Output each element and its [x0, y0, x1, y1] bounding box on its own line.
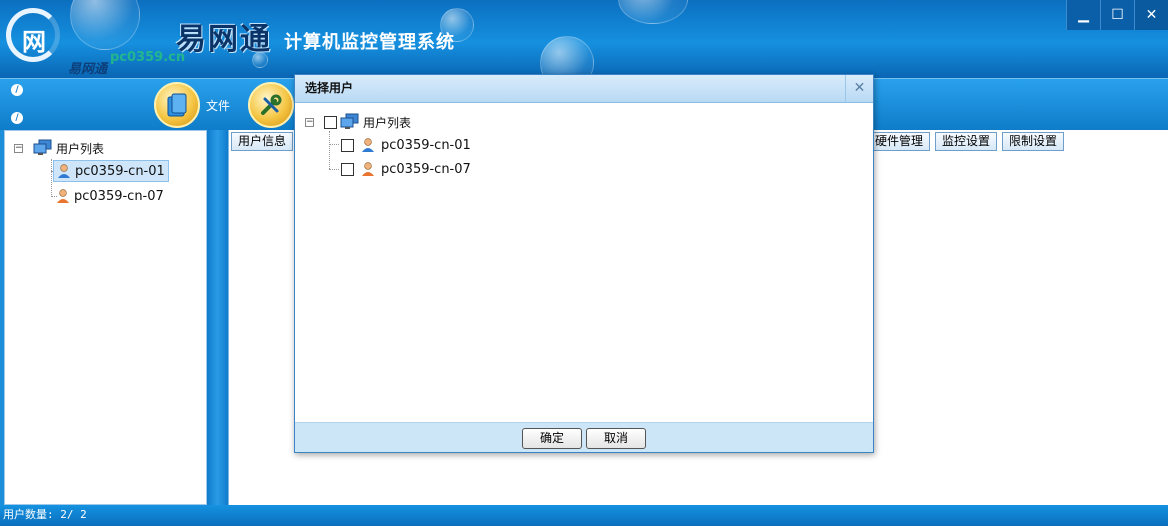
- tools-icon: [261, 94, 282, 115]
- title-bar: 网 易网通 pc0359.cn 易网通 计算机监控管理系统 ▁ ☐ ✕: [0, 0, 1168, 78]
- tree-item-pc0359-cn-07[interactable]: pc0359-cn-07: [55, 185, 164, 207]
- select-user-dialog: 选择用户 ✕ − 用户列表 pc0359-cn-01 pc0359-cn-07 …: [294, 74, 874, 453]
- status-bar: 用户数量: 2/ 2: [0, 505, 1168, 526]
- ok-button[interactable]: 确定: [522, 428, 582, 449]
- computer-group-icon: [33, 139, 53, 157]
- panel-splitter[interactable]: [207, 130, 228, 505]
- decor-bubble: [618, 0, 688, 24]
- file-icon: [167, 93, 187, 117]
- toolbar-pin-icon[interactable]: ∕: [11, 84, 23, 96]
- app-logo: 网: [6, 8, 68, 70]
- dialog-footer: 确定 取消: [295, 422, 873, 452]
- tree-item-label: pc0359-cn-01: [75, 163, 165, 179]
- tree-item-label: pc0359-cn-07: [74, 188, 164, 204]
- tab-user-info[interactable]: 用户信息: [231, 132, 294, 151]
- maximize-button[interactable]: ☐: [1100, 0, 1134, 30]
- dialog-item-label: pc0359-cn-07: [381, 161, 471, 177]
- user-icon: [360, 137, 376, 153]
- tree-item-pc0359-cn-01[interactable]: pc0359-cn-01: [53, 160, 169, 182]
- app-title: 计算机监控管理系统: [284, 32, 455, 53]
- logo-subtitle: 易网通: [68, 62, 108, 77]
- logo-mark: 网: [22, 27, 46, 56]
- tab-hardware-management[interactable]: 硬件管理: [868, 132, 931, 151]
- pin-glyph: ∕: [15, 85, 19, 95]
- checkbox-pc0359-cn-07[interactable]: [341, 162, 354, 176]
- close-window-button[interactable]: ✕: [1134, 0, 1168, 30]
- tree-guide: [329, 131, 330, 169]
- dialog-item-pc0359-cn-07[interactable]: pc0359-cn-07: [337, 158, 471, 180]
- dialog-close-button[interactable]: ✕: [845, 75, 873, 102]
- pin-glyph: ∕: [15, 113, 19, 123]
- tree-guide: [51, 159, 52, 197]
- user-icon: [56, 163, 72, 179]
- dialog-item-label: pc0359-cn-01: [381, 137, 471, 153]
- dialog-item-pc0359-cn-01[interactable]: pc0359-cn-01: [337, 134, 471, 156]
- logo-watermark: pc0359.cn: [110, 50, 186, 65]
- collapse-icon[interactable]: −: [305, 117, 314, 127]
- minimize-button[interactable]: ▁: [1066, 0, 1100, 30]
- file-label[interactable]: 文件: [206, 97, 230, 114]
- user-icon: [55, 188, 71, 204]
- close-icon: ✕: [853, 80, 866, 96]
- tree-root[interactable]: − 用户列表: [14, 137, 104, 159]
- cancel-button[interactable]: 取消: [586, 428, 646, 449]
- minimize-icon: ▁: [1078, 7, 1089, 23]
- checkbox-all-users[interactable]: [324, 115, 337, 129]
- close-icon: ✕: [1145, 7, 1158, 23]
- user-count-text: 用户数量: 2/ 2: [3, 508, 87, 521]
- user-tree-panel: − 用户列表 pc0359-cn-01 pc0359-cn-07: [4, 130, 207, 505]
- brand-name: 易网通: [176, 22, 272, 57]
- dialog-title-bar[interactable]: 选择用户 ✕: [295, 75, 873, 103]
- dialog-tree-root-label: 用户列表: [363, 115, 412, 130]
- tools-button[interactable]: [248, 82, 294, 128]
- tab-restriction-settings[interactable]: 限制设置: [1002, 132, 1065, 151]
- checkbox-pc0359-cn-01[interactable]: [341, 138, 354, 152]
- tree-root-label: 用户列表: [56, 141, 105, 156]
- window-controls: ▁ ☐ ✕: [1066, 0, 1168, 30]
- computer-group-icon: [340, 113, 360, 131]
- decor-bubble: [540, 36, 594, 78]
- collapse-icon[interactable]: −: [14, 143, 23, 153]
- maximize-icon: ☐: [1111, 7, 1124, 23]
- tab-monitor-settings[interactable]: 监控设置: [935, 132, 998, 151]
- dialog-title: 选择用户: [305, 81, 354, 95]
- file-button[interactable]: [154, 82, 200, 128]
- decor-bubble: [70, 0, 140, 50]
- toolbar-pin-icon[interactable]: ∕: [11, 112, 23, 124]
- user-icon: [360, 161, 376, 177]
- dialog-tree-root[interactable]: − 用户列表: [305, 111, 411, 133]
